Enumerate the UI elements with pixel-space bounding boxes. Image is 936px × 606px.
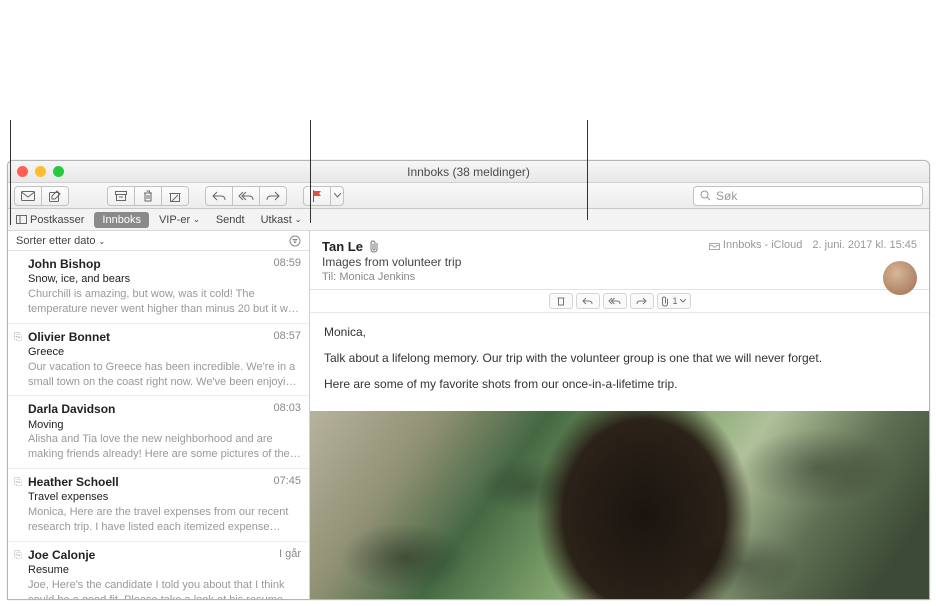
message-subject: Images from volunteer trip xyxy=(322,255,917,269)
zoom-window-button[interactable] xyxy=(53,166,64,177)
sort-bar[interactable]: Sorter etter dato⌄ xyxy=(8,231,309,251)
minimize-window-button[interactable] xyxy=(35,166,46,177)
inbox-tab[interactable]: Innboks xyxy=(94,212,149,228)
delete-button[interactable] xyxy=(134,186,162,206)
toolbar: Søk xyxy=(8,183,929,209)
sender-avatar[interactable] xyxy=(883,261,917,295)
search-field[interactable]: Søk xyxy=(693,186,923,206)
message-body-paragraph: Here are some of my favorite shots from … xyxy=(324,375,915,393)
message-time: 07:45 xyxy=(273,474,301,490)
message-subject: Moving xyxy=(28,418,301,433)
message-from: Tan Le xyxy=(322,239,363,254)
filter-icon[interactable] xyxy=(289,235,301,247)
message-sender: John Bishop xyxy=(28,256,101,272)
message-action-bar: 1 xyxy=(310,290,929,313)
forward-button[interactable] xyxy=(259,186,287,206)
message-item[interactable]: John Bishop 08:59Snow, ice, and bearsChur… xyxy=(8,251,309,324)
reply-all-button[interactable] xyxy=(232,186,260,206)
message-list-column: Sorter etter dato⌄ John Bishop 08:59Snow,… xyxy=(8,231,310,599)
sent-label: Sendt xyxy=(216,214,245,226)
message-item[interactable]: ⎘ Joe Calonje I gårResumeJoe, Here's the c… xyxy=(8,542,309,599)
window-controls xyxy=(8,166,64,177)
drafts-label: Utkast xyxy=(261,214,292,226)
message-subject: Snow, ice, and bears xyxy=(28,272,301,287)
mailbox-indicator[interactable]: Innboks - iCloud xyxy=(709,239,803,251)
to-label: Til: xyxy=(322,271,336,283)
message-item[interactable]: ⎘ Heather Schoell 07:45Travel expensesMoni… xyxy=(8,469,309,542)
forward-msg-button[interactable] xyxy=(630,293,654,309)
mailboxes-button[interactable]: Postkasser xyxy=(8,212,92,228)
message-date: 2. juni. 2017 kl. 15:45 xyxy=(812,239,917,251)
message-sender: Joe Calonje xyxy=(28,547,95,563)
drafts-tab[interactable]: Utkast⌄ xyxy=(253,212,310,228)
get-mail-button[interactable] xyxy=(14,186,42,206)
mail-window: Innboks (38 meldinger) xyxy=(7,160,930,600)
attachment-icon: ⎘ xyxy=(14,476,22,490)
message-body-paragraph: Talk about a lifelong memory. Our trip w… xyxy=(324,349,915,367)
reply-button[interactable] xyxy=(205,186,233,206)
message-header: Tan Le Images from volunteer trip Til: M… xyxy=(310,231,929,290)
message-subject: Greece xyxy=(28,345,301,360)
mailboxes-label: Postkasser xyxy=(30,214,84,226)
inbox-label: Innboks xyxy=(102,214,141,226)
message-preview: Monica, Here are the travel expenses fro… xyxy=(28,505,301,535)
chevron-down-icon: ⌄ xyxy=(99,237,106,246)
search-placeholder: Søk xyxy=(716,189,737,203)
message-preview: Our vacation to Greece has been incredib… xyxy=(28,360,301,390)
message-preview: Churchill is amazing, but wow, was it co… xyxy=(28,287,301,317)
chevron-down-icon: ⌄ xyxy=(295,215,302,224)
sort-label: Sorter etter dato xyxy=(16,235,96,247)
message-attached-image[interactable] xyxy=(310,411,929,599)
message-time: I går xyxy=(279,547,301,563)
message-list[interactable]: John Bishop 08:59Snow, ice, and bearsChur… xyxy=(8,251,309,599)
attachment-icon: ⎘ xyxy=(14,331,22,345)
message-body-paragraph: Monica, xyxy=(324,323,915,341)
mailbox-name: Innboks - iCloud xyxy=(723,239,803,251)
window-title: Innboks (38 meldinger) xyxy=(8,165,929,179)
message-preview: Joe, Here's the candidate I told you abo… xyxy=(28,578,301,599)
reply-msg-button[interactable] xyxy=(576,293,600,309)
favorites-bar: Postkasser Innboks VIP-er⌄ Sendt Utkast⌄ xyxy=(8,209,929,231)
message-item[interactable]: Darla Davidson 08:03MovingAlisha and Tia … xyxy=(8,396,309,469)
message-time: 08:57 xyxy=(273,329,301,345)
delete-msg-button[interactable] xyxy=(549,293,573,309)
message-body: Monica, Talk about a lifelong memory. Our… xyxy=(310,313,929,411)
search-icon xyxy=(700,190,711,201)
archive-button[interactable] xyxy=(107,186,135,206)
reply-all-msg-button[interactable] xyxy=(603,293,627,309)
message-sender: Olivier Bonnet xyxy=(28,329,110,345)
message-item[interactable]: ⎘ Olivier Bonnet 08:57GreeceOur vacation t… xyxy=(8,324,309,397)
titlebar: Innboks (38 meldinger) xyxy=(8,161,929,183)
vip-tab[interactable]: VIP-er⌄ xyxy=(151,212,208,228)
chevron-down-icon: ⌄ xyxy=(193,215,200,224)
message-preview: Alisha and Tia love the new neighborhood… xyxy=(28,432,301,462)
attachment-icon: ⎘ xyxy=(14,549,22,563)
message-time: 08:03 xyxy=(273,401,301,417)
compose-button[interactable] xyxy=(41,186,69,206)
junk-button[interactable] xyxy=(161,186,189,206)
reader-column: Tan Le Images from volunteer trip Til: M… xyxy=(310,231,929,599)
attachment-menu-button[interactable]: 1 xyxy=(657,293,691,309)
attachment-icon xyxy=(369,240,380,253)
message-sender: Heather Schoell xyxy=(28,474,119,490)
to-name: Monica Jenkins xyxy=(339,271,415,283)
flag-menu-button[interactable] xyxy=(330,186,344,206)
message-time: 08:59 xyxy=(273,256,301,272)
message-subject: Resume xyxy=(28,563,301,578)
close-window-button[interactable] xyxy=(17,166,28,177)
sent-tab[interactable]: Sendt xyxy=(208,212,253,228)
message-sender: Darla Davidson xyxy=(28,401,115,417)
message-subject: Travel expenses xyxy=(28,490,301,505)
vip-label: VIP-er xyxy=(159,214,190,226)
flag-button[interactable] xyxy=(303,186,331,206)
main-pane: Sorter etter dato⌄ John Bishop 08:59Snow,… xyxy=(8,231,929,599)
attachment-count: 1 xyxy=(672,296,677,306)
